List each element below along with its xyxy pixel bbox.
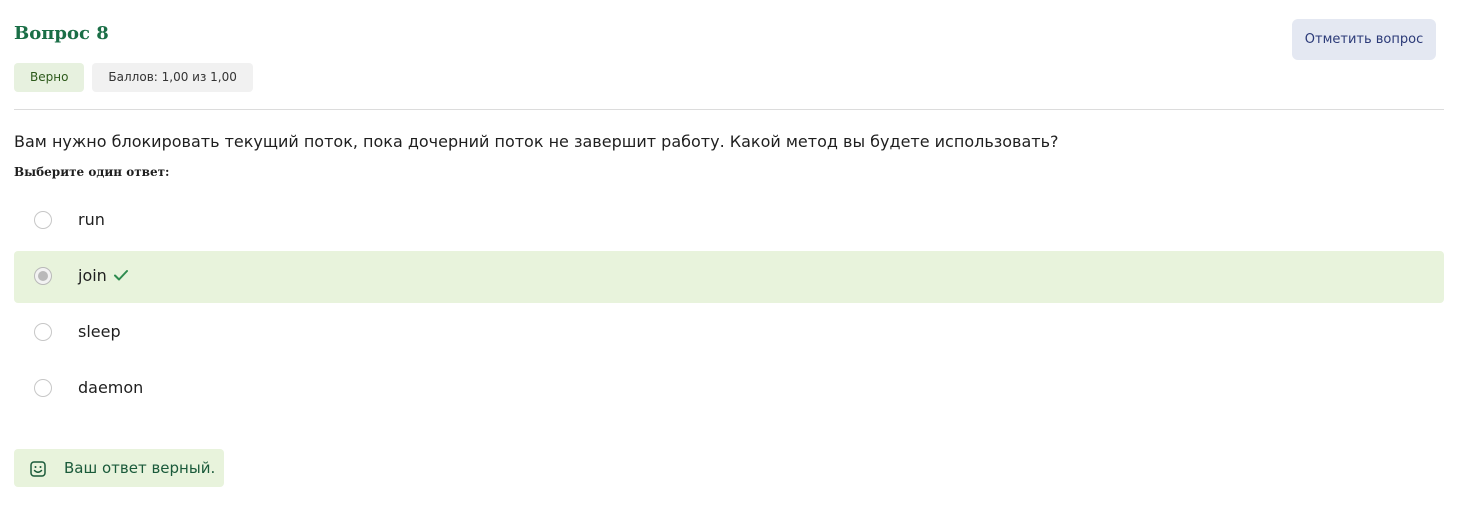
radio-button[interactable] bbox=[34, 211, 52, 229]
answer-prompt: Выберите один ответ: bbox=[14, 165, 170, 179]
status-row: Верно Баллов: 1,00 из 1,00 bbox=[14, 63, 253, 92]
feedback-text: Ваш ответ верный. bbox=[64, 459, 216, 477]
answer-option-label: run bbox=[78, 210, 105, 229]
answer-option-daemon[interactable]: daemon bbox=[14, 363, 1444, 415]
flag-question-button[interactable]: Отметить вопрос bbox=[1292, 19, 1436, 60]
answer-option-label: sleep bbox=[78, 322, 121, 341]
answer-option-run[interactable]: run bbox=[14, 195, 1444, 247]
question-text: Вам нужно блокировать текущий поток, пок… bbox=[14, 132, 1059, 151]
answer-option-sleep[interactable]: sleep bbox=[14, 307, 1444, 359]
check-icon bbox=[114, 270, 128, 281]
smile-icon bbox=[30, 461, 46, 477]
radio-button-checked[interactable] bbox=[34, 267, 52, 285]
answer-options: run join sleep daemon bbox=[14, 195, 1444, 419]
radio-button[interactable] bbox=[34, 323, 52, 341]
status-badge: Верно bbox=[14, 63, 85, 92]
divider bbox=[14, 109, 1444, 110]
answer-option-label: daemon bbox=[78, 378, 144, 397]
score-badge: Баллов: 1,00 из 1,00 bbox=[92, 63, 253, 92]
answer-option-label: join bbox=[78, 266, 107, 285]
question-title: Вопрос 8 bbox=[14, 23, 109, 44]
answer-option-join[interactable]: join bbox=[14, 251, 1444, 303]
radio-button[interactable] bbox=[34, 379, 52, 397]
feedback-box: Ваш ответ верный. bbox=[14, 449, 224, 487]
